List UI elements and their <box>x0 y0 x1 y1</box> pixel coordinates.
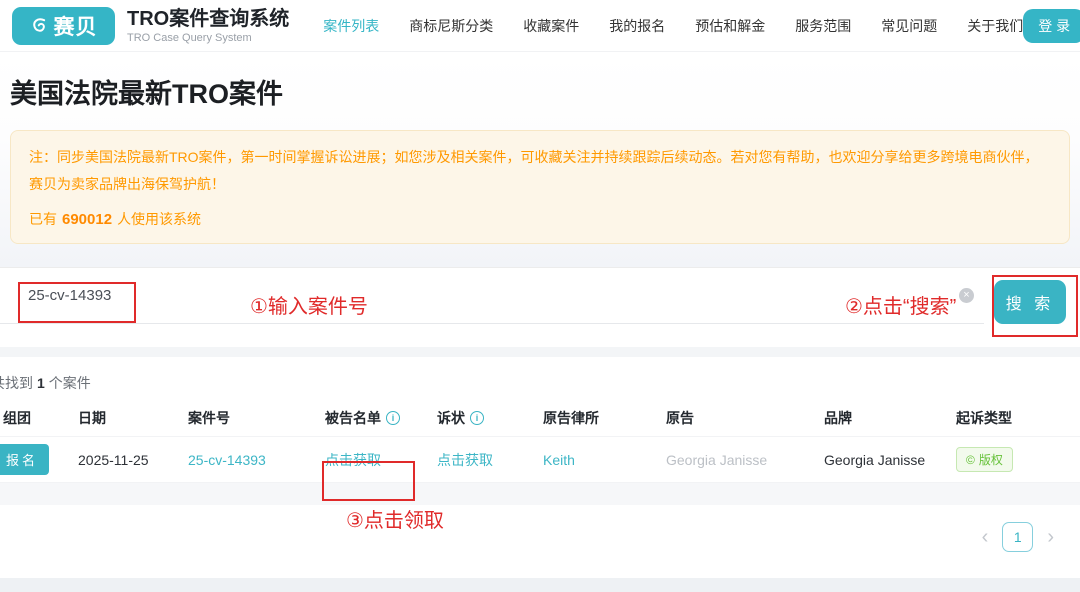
search-section: × 搜 索 <box>0 267 1080 347</box>
col-header-defendants: 被告名单i <box>325 408 437 428</box>
page-title: 美国法院最新TRO案件 <box>10 72 1070 111</box>
law-firm-link[interactable]: Keith <box>543 452 575 468</box>
notice-banner: 注：同步美国法院最新TRO案件，第一时间掌握诉讼进展；如您涉及相关案件，可收藏关… <box>10 130 1070 244</box>
section-divider <box>0 347 1080 357</box>
nav-item-case-list[interactable]: 案件列表 <box>323 16 379 36</box>
cell-defendants: 点击获取 <box>325 450 437 470</box>
results-count: 共找到1个案件 <box>0 357 1080 399</box>
complaint-get-link[interactable]: 点击获取 <box>437 452 493 468</box>
case-type-label: 版权 <box>979 451 1003 468</box>
nav-item-faq[interactable]: 常见问题 <box>881 16 937 36</box>
case-number-link[interactable]: 25-cv-14393 <box>188 452 266 468</box>
results-section: 共找到1个案件 每页显示: 20条 ∨ 组团 日期 案件号 被告名单i 诉状i … <box>0 357 1080 592</box>
main-nav: 案件列表 商标尼斯分类 收藏案件 我的报名 预估和解金 服务范围 常见问题 关于… <box>323 16 1023 36</box>
col-header-plaintiff: 原告 <box>666 408 824 428</box>
col-header-complaint: 诉状i <box>437 408 543 428</box>
logo-swirl-icon <box>30 16 50 36</box>
count-prefix: 共找到 <box>0 375 33 391</box>
app-title-block: TRO案件查询系统 TRO Case Query System <box>127 8 289 44</box>
col-header-case-type: 起诉类型 <box>956 408 1080 428</box>
hero-section: 美国法院最新TRO案件 注：同步美国法院最新TRO案件，第一时间掌握诉讼进展；如… <box>0 52 1080 267</box>
copyright-icon: © <box>966 453 975 467</box>
count-number: 1 <box>37 375 45 391</box>
case-number-input[interactable] <box>0 268 959 323</box>
saibei-logo[interactable]: 赛贝 <box>12 7 115 45</box>
search-input-wrap: × <box>0 268 984 324</box>
signup-button[interactable]: 报名 <box>0 444 49 475</box>
cell-complaint: 点击获取 <box>437 450 543 470</box>
empty-row-strip <box>0 483 1080 505</box>
table-header-row: 组团 日期 案件号 被告名单i 诉状i 原告律所 原告 品牌 起诉类型 <box>0 399 1080 437</box>
col-header-group: 组团 <box>0 408 78 428</box>
usage-prefix: 已有 <box>29 211 57 227</box>
app-title: TRO案件查询系统 <box>127 8 289 30</box>
page-number-button[interactable]: 1 <box>1002 522 1033 552</box>
logo-text: 赛贝 <box>54 11 98 41</box>
usage-stats: 已有 690012 人使用该系统 <box>29 209 1051 229</box>
tro-case-query-page: 赛贝 TRO案件查询系统 TRO Case Query System 案件列表 … <box>0 0 1080 592</box>
col-header-date: 日期 <box>78 408 188 428</box>
case-type-badge: © 版权 <box>956 447 1013 472</box>
col-header-brand: 品牌 <box>824 408 956 428</box>
bottom-background-band <box>0 578 1080 592</box>
col-header-law-firm: 原告律所 <box>543 408 666 428</box>
top-navigation-bar: 赛贝 TRO案件查询系统 TRO Case Query System 案件列表 … <box>0 0 1080 52</box>
search-button[interactable]: 搜 索 <box>994 280 1066 324</box>
usage-suffix: 人使用该系统 <box>117 211 201 227</box>
col-header-case-no: 案件号 <box>188 408 325 428</box>
info-icon[interactable]: i <box>470 411 484 425</box>
next-page-icon[interactable]: › <box>1047 527 1054 547</box>
nav-item-settlement-estimate[interactable]: 预估和解金 <box>695 16 765 36</box>
cell-date: 2025-11-25 <box>78 452 188 468</box>
prev-page-icon[interactable]: ‹ <box>982 527 989 547</box>
pagination: ‹ 1 › <box>0 522 1054 552</box>
cell-brand: Georgia Janisse <box>824 452 956 468</box>
nav-item-nice-classification[interactable]: 商标尼斯分类 <box>409 16 493 36</box>
info-icon[interactable]: i <box>386 411 400 425</box>
table-row: 报名 2025-11-25 25-cv-14393 点击获取 点击获取 Keit… <box>0 437 1080 483</box>
nav-item-favorites[interactable]: 收藏案件 <box>523 16 579 36</box>
nav-item-about-us[interactable]: 关于我们 <box>967 16 1023 36</box>
cell-case-no: 25-cv-14393 <box>188 452 325 468</box>
usage-count: 690012 <box>62 211 112 228</box>
cell-case-type: © 版权 <box>956 447 1080 472</box>
nav-item-my-signups[interactable]: 我的报名 <box>609 16 665 36</box>
app-subtitle: TRO Case Query System <box>127 32 289 44</box>
cell-plaintiff: Georgia Janisse <box>666 452 824 468</box>
defendants-get-link[interactable]: 点击获取 <box>325 452 381 468</box>
clear-input-icon[interactable]: × <box>959 288 974 303</box>
nav-item-services[interactable]: 服务范围 <box>795 16 851 36</box>
count-suffix: 个案件 <box>49 375 91 391</box>
notice-text: 注：同步美国法院最新TRO案件，第一时间掌握诉讼进展；如您涉及相关案件，可收藏关… <box>29 144 1051 198</box>
cell-group: 报名 <box>0 444 78 475</box>
cell-law-firm: Keith <box>543 452 666 468</box>
login-button[interactable]: 登 录 <box>1023 9 1080 43</box>
